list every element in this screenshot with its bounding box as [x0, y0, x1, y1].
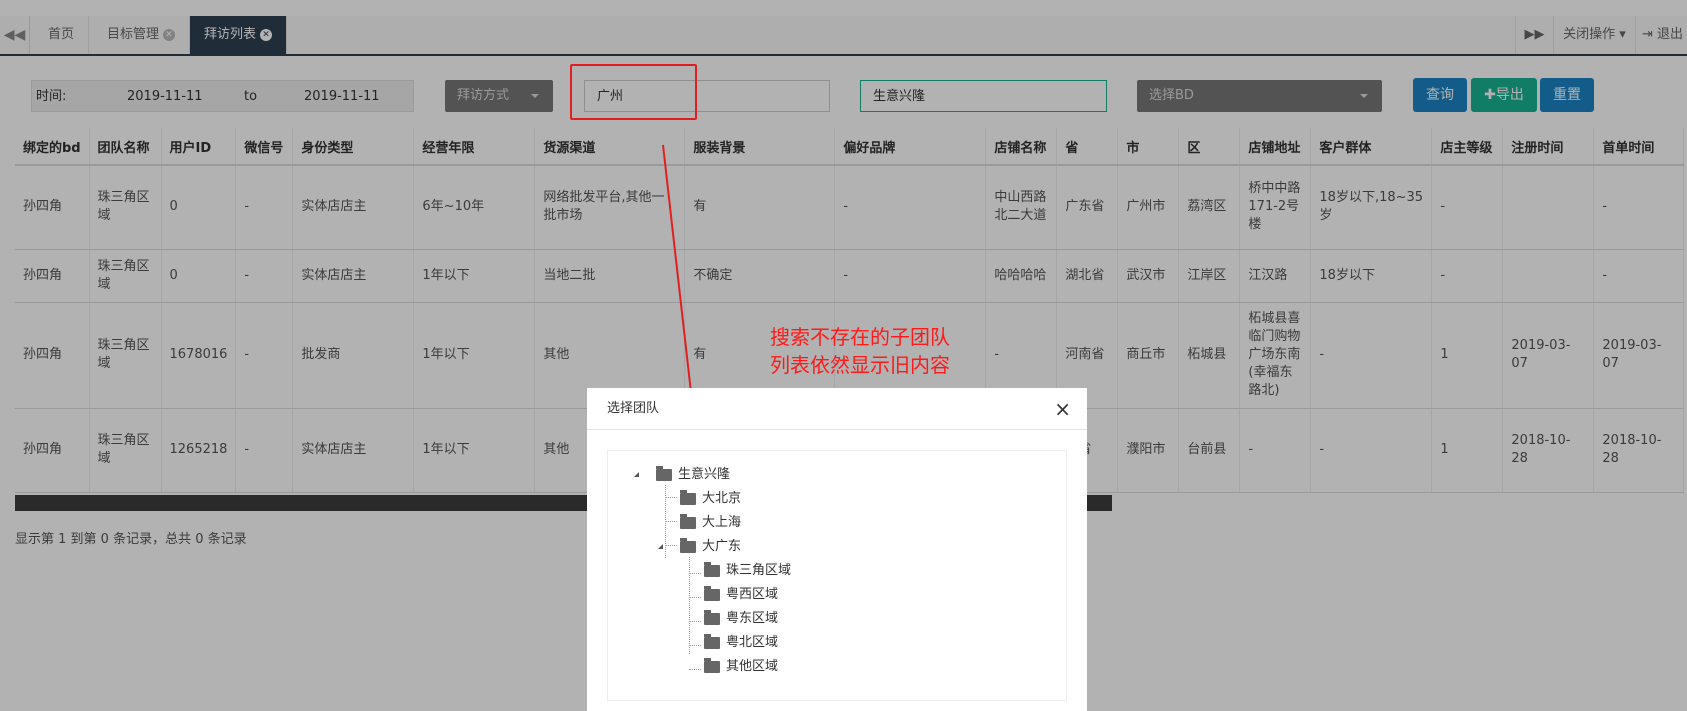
- folder-icon: [704, 585, 720, 601]
- tree-node[interactable]: 大上海: [680, 512, 741, 534]
- tree-node-label: 粤西区域: [726, 587, 779, 602]
- tree-node[interactable]: 粤西区域: [704, 584, 778, 606]
- modal-header: 选择团队 ×: [587, 388, 1087, 430]
- tree-node[interactable]: 其他区域: [704, 656, 778, 678]
- tree-node-label: 生意兴隆: [678, 467, 731, 482]
- tree-collapse-icon[interactable]: [634, 472, 639, 477]
- modal-title: 选择团队: [607, 401, 660, 416]
- annotation-highlight-box: [570, 64, 697, 120]
- folder-icon: [704, 609, 720, 625]
- tree-node-label: 粤东区域: [726, 611, 779, 626]
- tree-node-label: 大广东: [702, 539, 742, 554]
- annotation-text: 搜索不存在的子团队 列表依然显示旧内容: [770, 323, 950, 379]
- folder-icon: [680, 537, 696, 553]
- folder-icon: [704, 657, 720, 673]
- folder-icon: [704, 561, 720, 577]
- folder-icon: [656, 465, 672, 481]
- tree-node-label: 大北京: [702, 491, 742, 506]
- annotation-line-2: 列表依然显示旧内容: [770, 353, 950, 377]
- tree-collapse-icon[interactable]: [658, 544, 663, 549]
- folder-icon: [704, 633, 720, 649]
- select-team-modal: 选择团队 × 生意兴隆 大北京 大上海 大广东 珠三角区域 粤西区域 粤东区域 …: [587, 388, 1087, 711]
- tree-node[interactable]: 粤北区域: [704, 632, 778, 654]
- tree-node-label: 大上海: [702, 515, 742, 530]
- tree-node[interactable]: 大北京: [680, 488, 741, 510]
- folder-icon: [680, 489, 696, 505]
- tree-node-label: 其他区域: [726, 659, 779, 674]
- annotation-line-1: 搜索不存在的子团队: [770, 325, 950, 349]
- tree-node-root[interactable]: 生意兴隆: [656, 464, 730, 486]
- team-tree: 生意兴隆 大北京 大上海 大广东 珠三角区域 粤西区域 粤东区域 粤北区域 其他…: [607, 450, 1067, 701]
- tree-node-label: 珠三角区域: [726, 563, 792, 578]
- tree-node-label: 粤北区域: [726, 635, 779, 650]
- folder-icon: [680, 513, 696, 529]
- tree-node[interactable]: 粤东区域: [704, 608, 778, 630]
- tree-node[interactable]: 大广东: [680, 536, 741, 558]
- tree-node[interactable]: 珠三角区域: [704, 560, 791, 582]
- close-icon[interactable]: ×: [1054, 388, 1071, 430]
